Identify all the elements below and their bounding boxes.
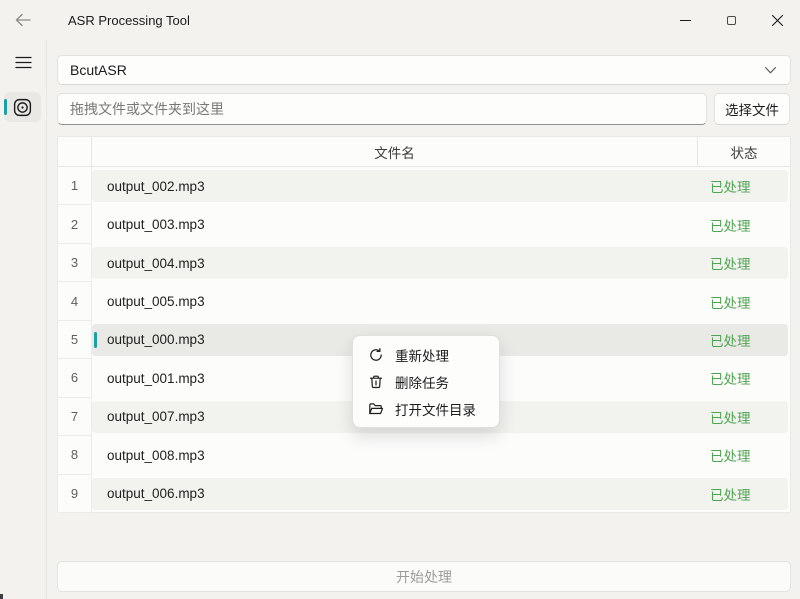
row-body: output_002.mp3 已处理 <box>92 170 788 202</box>
table-row[interactable]: 9 output_006.mp3 已处理 <box>58 475 790 513</box>
row-index: 3 <box>58 244 92 282</box>
minimize-icon <box>680 20 691 21</box>
row-filename: output_002.mp3 <box>92 179 695 194</box>
back-button[interactable] <box>8 7 38 33</box>
table-row[interactable]: 8 output_008.mp3 已处理 <box>58 436 790 474</box>
record-lens-icon <box>12 97 33 118</box>
row-body: output_008.mp3 已处理 <box>92 439 788 471</box>
sidebar <box>0 40 46 599</box>
row-status: 已处理 <box>695 484 788 504</box>
row-filename: output_006.mp3 <box>92 486 695 501</box>
header-status: 状态 <box>697 137 790 166</box>
row-status: 已处理 <box>695 368 788 388</box>
row-index: 2 <box>58 205 92 243</box>
row-index: 8 <box>58 436 92 474</box>
context-menu: 重新处理删除任务打开文件目录 <box>352 335 500 428</box>
row-status: 已处理 <box>695 407 788 427</box>
file-picker-row: 选择文件 <box>57 93 790 125</box>
row-index: 9 <box>58 475 92 513</box>
row-status: 已处理 <box>695 215 788 235</box>
window-titlebar: ASR Processing Tool <box>0 0 800 40</box>
chevron-down-icon <box>764 66 777 75</box>
row-status: 已处理 <box>695 445 788 465</box>
row-filename: output_004.mp3 <box>92 256 695 271</box>
row-index: 7 <box>58 398 92 436</box>
table-header: 文件名 状态 <box>58 137 790 167</box>
sidebar-item-asr[interactable] <box>4 92 41 122</box>
row-status: 已处理 <box>695 292 788 312</box>
table-row[interactable]: 4 output_005.mp3 已处理 <box>58 282 790 320</box>
table-row[interactable]: 3 output_004.mp3 已处理 <box>58 244 790 282</box>
row-index: 1 <box>58 167 92 205</box>
row-filename: output_008.mp3 <box>92 448 695 463</box>
context-menu-item[interactable]: 打开文件目录 <box>353 395 499 422</box>
row-body: output_005.mp3 已处理 <box>92 285 788 317</box>
corner-mark <box>0 594 3 599</box>
refresh-icon <box>368 347 384 363</box>
selected-indicator <box>94 332 97 348</box>
engine-select-value: BcutASR <box>58 62 764 78</box>
close-icon <box>771 14 784 27</box>
row-body: output_006.mp3 已处理 <box>92 478 788 510</box>
window-controls <box>662 0 800 40</box>
table-row[interactable]: 2 output_003.mp3 已处理 <box>58 205 790 243</box>
header-index <box>58 137 92 166</box>
row-index: 5 <box>58 321 92 359</box>
close-button[interactable] <box>754 0 800 40</box>
row-body: output_003.mp3 已处理 <box>92 208 788 240</box>
maximize-button[interactable] <box>708 0 754 40</box>
arrow-left-icon <box>14 11 32 29</box>
row-index: 6 <box>58 359 92 397</box>
main-content: BcutASR 选择文件 文件名 状态 1 output_002.mp3 已处理… <box>46 40 800 599</box>
header-filename: 文件名 <box>92 142 697 162</box>
file-drop-input[interactable] <box>57 93 707 125</box>
menu-toggle-button[interactable] <box>8 48 38 76</box>
row-body: output_004.mp3 已处理 <box>92 247 788 279</box>
context-menu-item[interactable]: 删除任务 <box>353 368 499 395</box>
maximize-icon <box>727 16 736 25</box>
context-menu-item-label: 删除任务 <box>395 372 449 392</box>
selected-indicator <box>4 99 7 115</box>
table-row[interactable]: 1 output_002.mp3 已处理 <box>58 167 790 205</box>
context-menu-item-label: 重新处理 <box>395 345 449 365</box>
row-filename: output_005.mp3 <box>92 294 695 309</box>
context-menu-item-label: 打开文件目录 <box>395 399 476 419</box>
row-status: 已处理 <box>695 176 788 196</box>
trash-icon <box>368 374 384 390</box>
start-processing-button[interactable]: 开始处理 <box>57 561 791 592</box>
file-table: 文件名 状态 1 output_002.mp3 已处理 2 output_003… <box>57 136 791 513</box>
hamburger-icon <box>15 56 32 69</box>
context-menu-item[interactable]: 重新处理 <box>353 341 499 368</box>
select-file-button[interactable]: 选择文件 <box>714 93 790 125</box>
page-title: ASR Processing Tool <box>68 13 190 28</box>
minimize-button[interactable] <box>662 0 708 40</box>
row-status: 已处理 <box>695 330 788 350</box>
open-folder-icon <box>368 401 384 417</box>
row-index: 4 <box>58 282 92 320</box>
row-filename: output_003.mp3 <box>92 217 695 232</box>
engine-select[interactable]: BcutASR <box>57 55 791 85</box>
row-status: 已处理 <box>695 253 788 273</box>
